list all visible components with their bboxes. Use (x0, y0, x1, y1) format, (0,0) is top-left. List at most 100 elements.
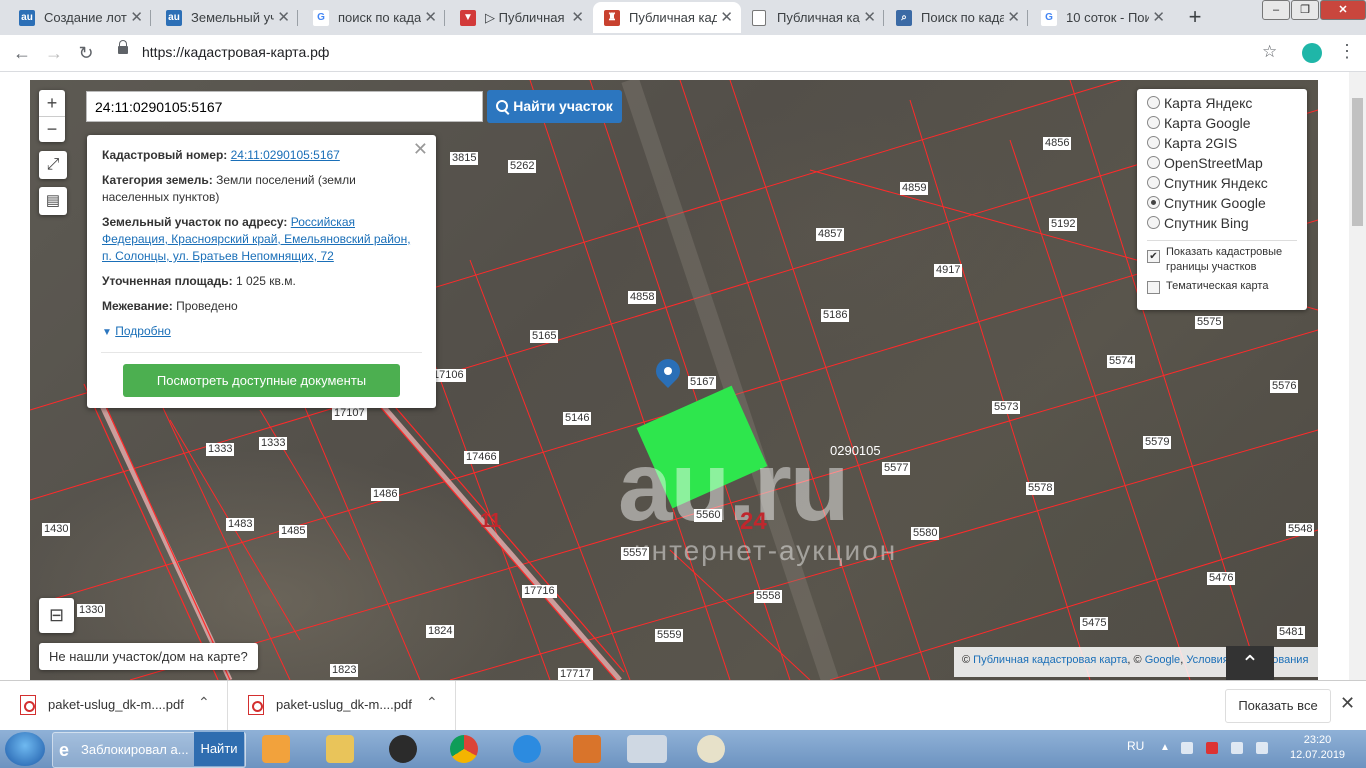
parcel-label[interactable]: 1330 (77, 604, 106, 617)
tab-google-search[interactable]: G поиск по када ✕ (302, 2, 445, 33)
chevron-up-icon[interactable]: ⌃ (426, 694, 438, 711)
parcel-label[interactable]: 1430 (42, 523, 71, 536)
close-window-button[interactable]: ✕ (1320, 0, 1366, 20)
layer-bing-satellite[interactable]: Спутник Bing (1147, 213, 1249, 233)
tab-public-map-1[interactable]: ▼ ▷ Публичная к ✕ (449, 2, 592, 33)
parcel-label[interactable]: 5576 (1270, 380, 1299, 393)
language-indicator[interactable]: RU (1127, 739, 1144, 753)
attribution-link-google[interactable]: Google (1145, 654, 1180, 666)
radio-icon[interactable] (1147, 176, 1160, 189)
parcel-label[interactable]: 4856 (1043, 137, 1072, 150)
parcel-label[interactable]: 17717 (558, 668, 593, 680)
tab-land-plot[interactable]: au Земельный уча ✕ (155, 2, 298, 33)
show-all-downloads-button[interactable]: Показать все (1225, 689, 1331, 723)
zoom-out-button[interactable]: − (39, 117, 65, 142)
parcel-label[interactable]: 5573 (992, 401, 1021, 414)
view-documents-button[interactable]: Посмотреть доступные документы (123, 364, 400, 397)
close-downloads-icon[interactable]: ✕ (1340, 693, 1355, 714)
parcel-label[interactable]: 5186 (821, 309, 850, 322)
bookmark-star-icon[interactable]: ☆ (1262, 42, 1277, 62)
browser-menu-icon[interactable]: ⋮ (1338, 41, 1356, 62)
internet-explorer-icon[interactable] (513, 735, 541, 763)
forward-icon[interactable]: → (42, 41, 66, 65)
security-icon[interactable] (1206, 742, 1218, 754)
close-tab-icon[interactable]: ✕ (863, 2, 876, 33)
minimize-button[interactable]: – (1262, 0, 1290, 20)
thematic-map-label[interactable]: Тематическая карта (1166, 279, 1301, 294)
cadastral-number-link[interactable]: 24:11:0290105:5167 (231, 148, 340, 162)
parcel-label[interactable]: 17107 (332, 407, 367, 420)
profile-avatar[interactable] (1302, 43, 1322, 63)
parcel-label[interactable]: 5558 (754, 590, 783, 603)
app-icon[interactable] (573, 735, 601, 763)
parcel-label[interactable]: 1485 (279, 525, 308, 538)
parcel-label[interactable]: 5165 (530, 330, 559, 343)
layer-2gis-map[interactable]: Карта 2GIS (1147, 133, 1237, 153)
radio-icon[interactable] (1147, 96, 1160, 109)
parcel-label[interactable]: 5475 (1080, 617, 1109, 630)
maximize-button[interactable]: ❐ (1291, 0, 1319, 20)
parcel-label[interactable]: 5557 (621, 547, 650, 560)
parcel-label[interactable]: 5167 (688, 376, 717, 389)
network-icon[interactable] (1256, 742, 1268, 754)
not-found-button[interactable]: Не нашли участок/дом на карте? (39, 643, 258, 670)
parcel-label[interactable]: 1823 (330, 664, 359, 677)
reload-icon[interactable]: ↻ (74, 41, 98, 65)
close-tab-icon[interactable]: ✕ (571, 2, 584, 33)
tray-arrow-icon[interactable]: ▲ (1160, 742, 1172, 754)
layer-yandex-map[interactable]: Карта Яндекс (1147, 93, 1252, 113)
layer-google-satellite[interactable]: Спутник Google (1147, 193, 1266, 213)
tab-public-map-2[interactable]: Публичная кад ✕ (741, 2, 884, 33)
keyboard-icon[interactable] (627, 735, 667, 763)
satellite-map[interactable]: au.ru интернет-аукцион 24 11 5167 3815 5… (30, 80, 1318, 680)
cadastral-search-input[interactable] (86, 91, 483, 122)
parcel-label[interactable]: 5560 (694, 509, 723, 522)
download-item[interactable]: paket-uslug_dk-m....pdf ⌃ (0, 681, 228, 731)
layer-osm[interactable]: OpenStreetMap (1147, 153, 1263, 173)
tab-create-lot[interactable]: au Создание лота ✕ (8, 2, 151, 33)
parcel-label[interactable]: 5579 (1143, 436, 1172, 449)
chevron-up-icon[interactable]: ⌃ (198, 694, 210, 711)
scrollbar-thumb[interactable] (1352, 98, 1363, 226)
back-icon[interactable]: ← (10, 41, 34, 65)
parcel-label[interactable]: 17716 (522, 585, 557, 598)
parcel-label[interactable]: 5575 (1195, 316, 1224, 329)
layer-google-map[interactable]: Карта Google (1147, 113, 1251, 133)
parcel-label[interactable]: 4859 (900, 182, 929, 195)
attribution-link-pkk[interactable]: Публичная кадастровая карта (973, 654, 1127, 666)
parcel-label[interactable]: 5578 (1026, 482, 1055, 495)
parcel-label[interactable]: 4857 (816, 228, 845, 241)
parcel-label[interactable]: 1333 (206, 443, 235, 456)
ruler-icon[interactable]: ⊟ (39, 598, 74, 633)
page-scrollbar[interactable] (1349, 72, 1366, 680)
parcel-label[interactable]: 1333 (259, 437, 288, 450)
parcel-label[interactable]: 4858 (628, 291, 657, 304)
close-tab-icon[interactable]: ✕ (130, 2, 143, 33)
parcel-label[interactable]: 1483 (226, 518, 255, 531)
parcel-label[interactable]: 5580 (911, 527, 940, 540)
start-button[interactable] (5, 732, 45, 766)
chrome-icon[interactable] (450, 735, 478, 763)
parcel-label[interactable]: 1824 (426, 625, 455, 638)
radio-icon[interactable] (1147, 116, 1160, 129)
print-icon[interactable]: ▤ (39, 187, 67, 215)
parcel-label[interactable]: 5476 (1207, 572, 1236, 585)
file-explorer-icon[interactable] (326, 735, 354, 763)
parcel-label[interactable]: 5574 (1107, 355, 1136, 368)
download-item[interactable]: paket-uslug_dk-m....pdf ⌃ (228, 681, 456, 731)
parcel-label[interactable]: 3815 (450, 152, 479, 165)
parcel-label[interactable]: 17106 (431, 369, 466, 382)
new-tab-button[interactable]: + (1182, 5, 1208, 31)
volume-icon[interactable] (1231, 742, 1243, 754)
close-tab-icon[interactable]: ✕ (277, 2, 290, 33)
parcel-label[interactable]: 5262 (508, 160, 537, 173)
checkbox-checked-icon[interactable]: ✔ (1147, 250, 1160, 263)
system-clock[interactable]: 23:20 12.07.2019 (1290, 733, 1345, 763)
checkbox-icon[interactable] (1147, 281, 1160, 294)
radio-selected-icon[interactable] (1147, 196, 1160, 209)
layer-yandex-satellite[interactable]: Спутник Яндекс (1147, 173, 1268, 193)
details-link[interactable]: Подробно (115, 324, 171, 338)
tab-public-map-active[interactable]: ♜ Публичная кад ✕ (593, 2, 741, 33)
zoom-in-button[interactable]: + (39, 90, 65, 117)
signal-icon[interactable] (1181, 742, 1193, 754)
